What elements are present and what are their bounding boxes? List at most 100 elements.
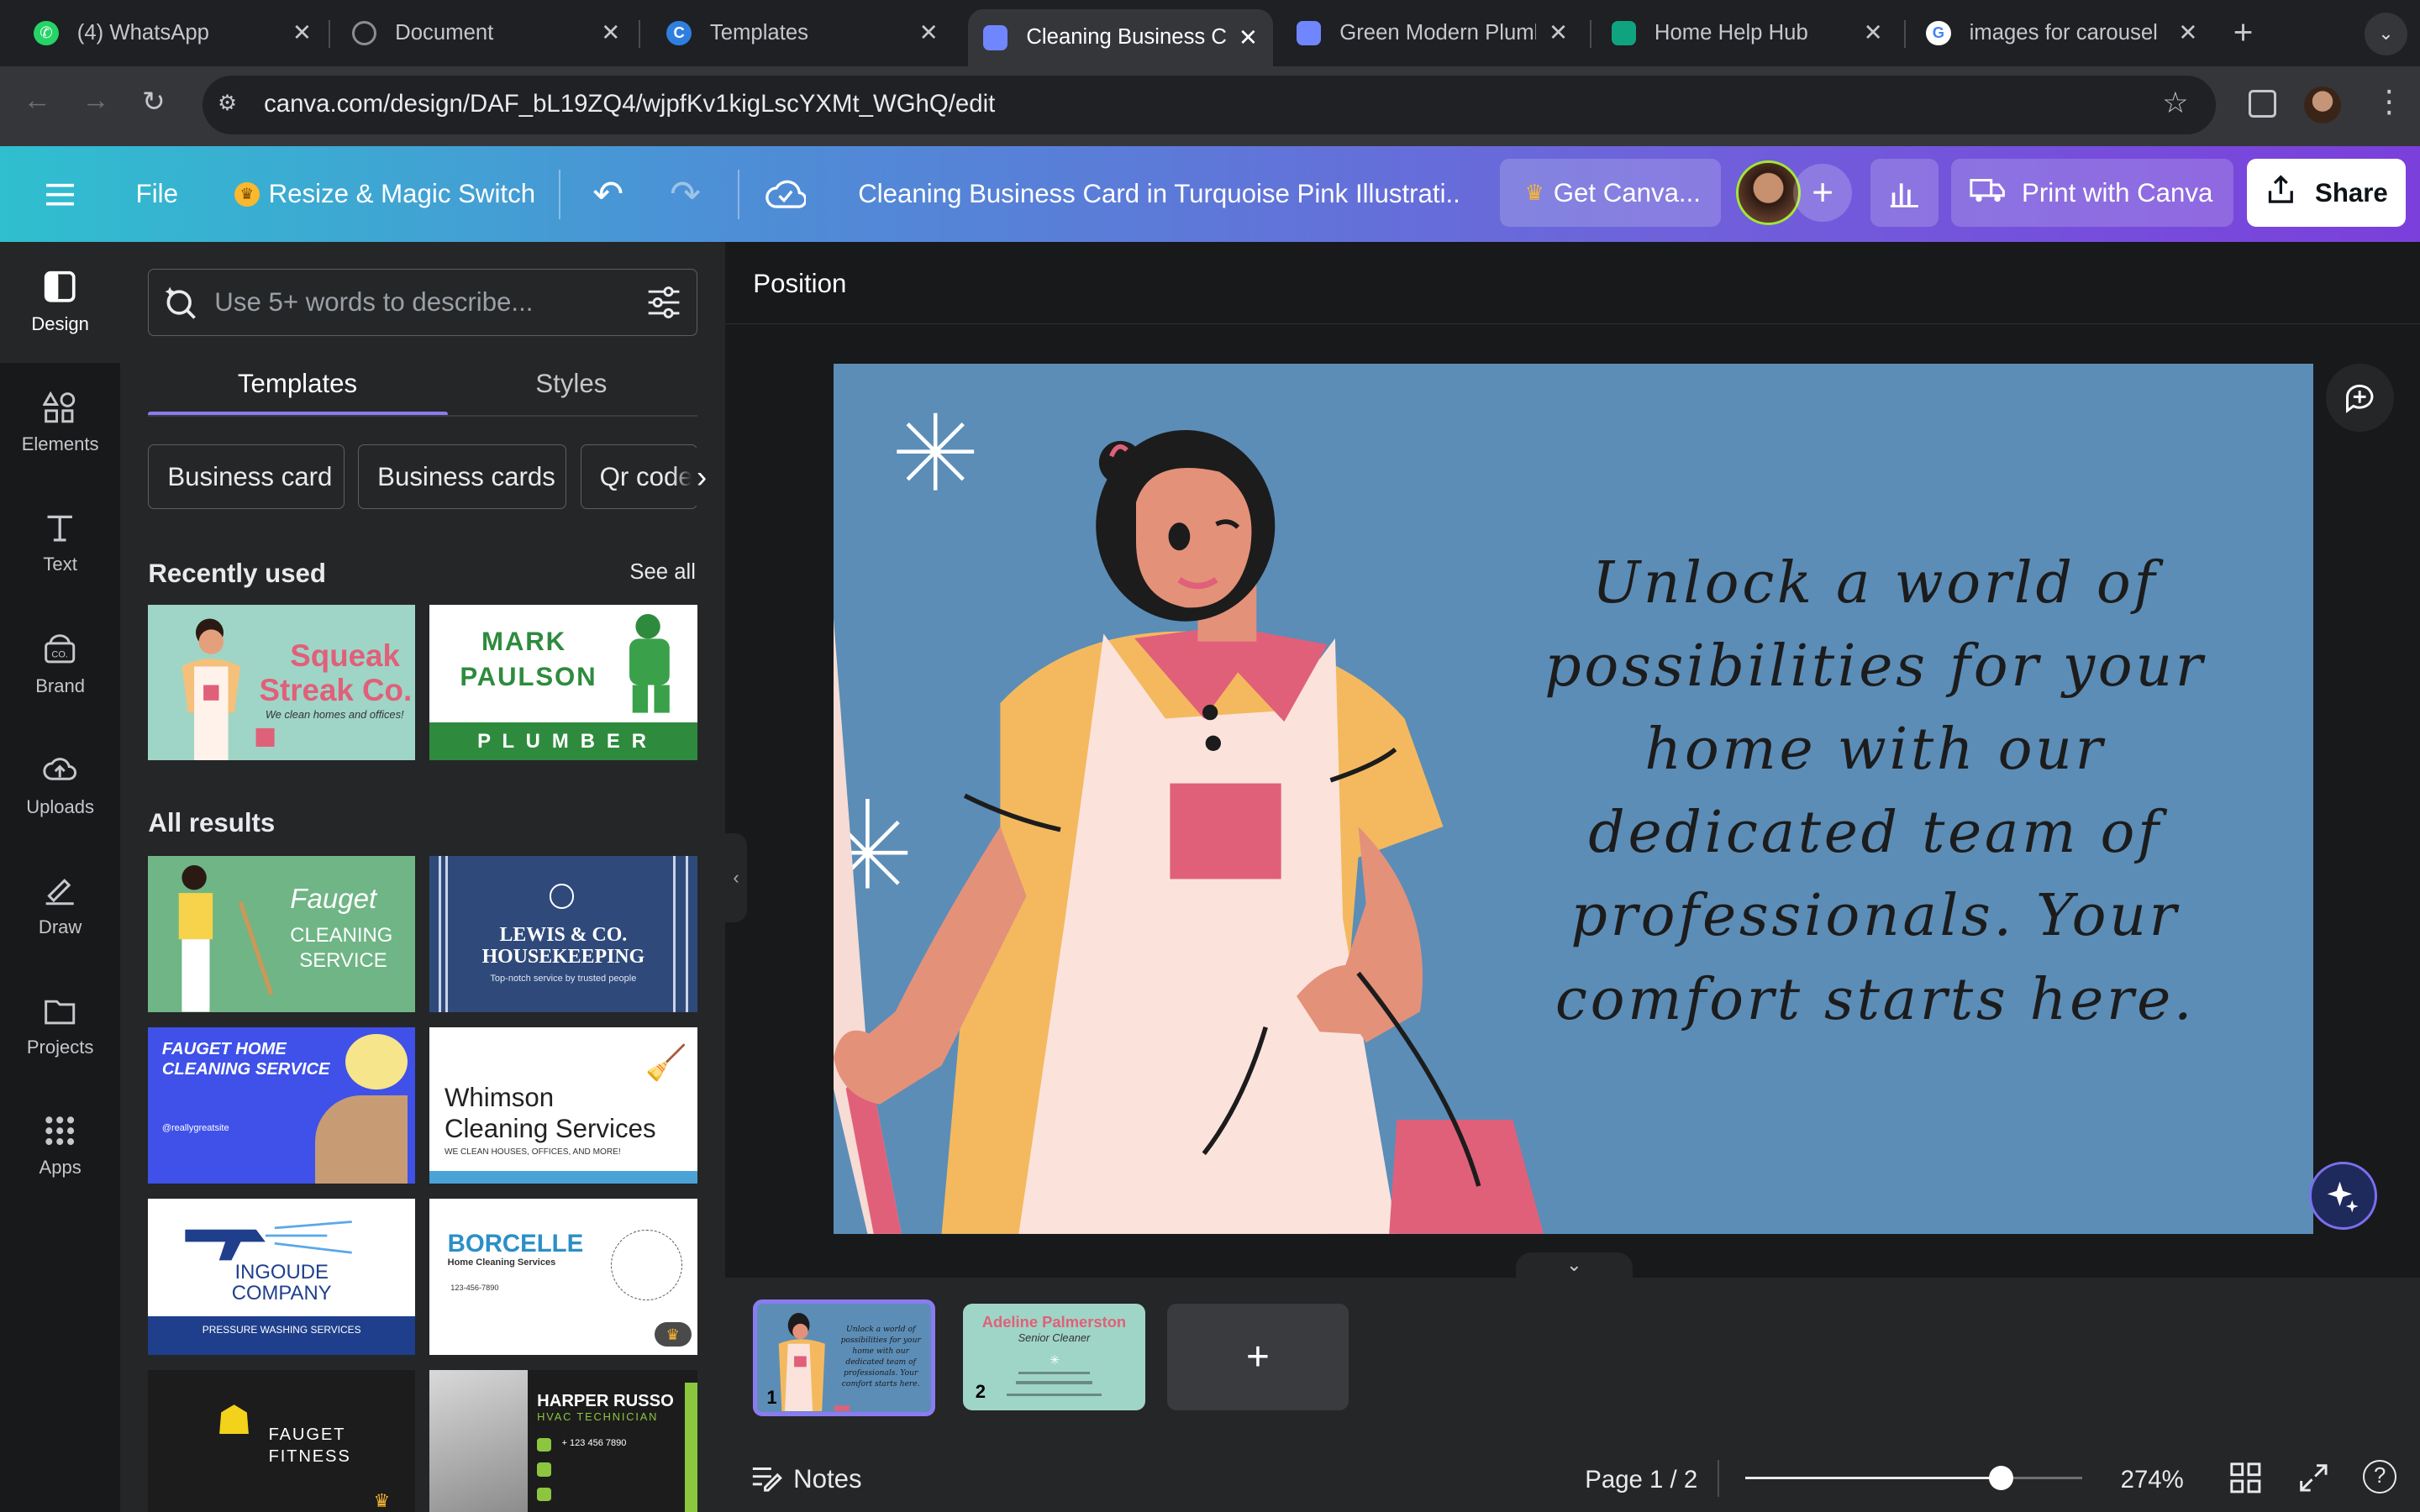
close-tab-icon[interactable]: ✕ <box>1239 24 1258 51</box>
cloud-saved-icon[interactable] <box>765 146 806 242</box>
tab-images-for-carousel[interactable]: G images for carousel ✕ <box>1911 9 2213 57</box>
elements-shapes-icon <box>43 391 76 423</box>
add-collaborator-icon[interactable]: + <box>1793 163 1853 223</box>
tab-search-chevron-icon[interactable]: ⌄ <box>2364 12 2408 56</box>
new-tab-icon[interactable]: + <box>2233 13 2254 52</box>
close-tab-icon[interactable]: ✕ <box>1864 19 1883 46</box>
filter-sliders-icon[interactable] <box>645 284 682 328</box>
rail-brand[interactable]: CO. Brand <box>0 605 120 725</box>
rail-elements[interactable]: Elements <box>0 363 120 483</box>
notes-button[interactable]: Notes <box>793 1464 862 1494</box>
add-comment-icon[interactable] <box>2325 364 2394 433</box>
text-t-icon <box>47 515 73 542</box>
result-borcelle-cleaning[interactable]: BORCELLE Home Cleaning Services 123-456-… <box>429 1199 698 1355</box>
site-settings-icon[interactable]: ⚙ <box>218 91 237 116</box>
side-panel-icon[interactable] <box>2249 89 2277 118</box>
expand-pages-chevron-icon[interactable]: ⌄ <box>1515 1252 1634 1278</box>
tab-templates[interactable]: C Templates ✕ <box>651 9 954 57</box>
close-tab-icon[interactable]: ✕ <box>1549 19 1568 46</box>
back-icon[interactable]: ← <box>24 85 51 117</box>
chip-business-cards[interactable]: Business cards <box>358 444 567 510</box>
tab-templates[interactable]: Templates <box>238 369 357 399</box>
tab-styles[interactable]: Styles <box>535 369 607 399</box>
crown-icon: ♛ <box>1524 181 1544 205</box>
page-indicator[interactable]: Page 1 / 2 <box>1585 1466 1697 1494</box>
close-tab-icon[interactable]: ✕ <box>919 19 939 46</box>
result-fauget-fitness[interactable]: ☗ FAUGET FITNESS ♛ <box>148 1369 416 1512</box>
location-icon <box>537 1487 551 1502</box>
result-fauget-cleaning[interactable]: Fauget CLEANING SERVICE <box>148 856 416 1012</box>
notes-icon[interactable] <box>751 1464 783 1499</box>
print-with-canva-button[interactable]: Print with Canva <box>1950 159 2233 227</box>
all-results-heading: All results <box>148 808 276 838</box>
result-fauget-home-cleaning[interactable]: FAUGET HOME CLEANING SERVICE @reallygrea… <box>148 1027 416 1184</box>
tab-whatsapp[interactable]: ✆ (4) WhatsApp ✕ <box>18 9 327 57</box>
close-tab-icon[interactable]: ✕ <box>601 19 620 46</box>
search-placeholder: Use 5+ words to describe... <box>214 286 534 317</box>
help-icon[interactable]: ? <box>2362 1459 2397 1494</box>
broom-icon: 🧹 <box>644 1042 688 1082</box>
design-icon <box>45 271 76 302</box>
grid-view-icon[interactable] <box>2230 1462 2261 1500</box>
fitness-figure-icon: ☗ <box>216 1399 252 1444</box>
recent-template-mark-paulson[interactable]: MARK PAULSON P L U M B E R <box>429 604 698 761</box>
result-whimson-cleaning[interactable]: Whimson Cleaning Services WE CLEAN HOUSE… <box>429 1027 698 1184</box>
forward-icon[interactable]: → <box>82 85 109 117</box>
design-canvas-page-1[interactable]: Unlock a world of possibilities for your… <box>833 364 2314 1235</box>
rail-uploads[interactable]: Uploads <box>0 725 120 845</box>
undo-icon[interactable]: ↶ <box>592 146 623 242</box>
email-icon <box>537 1462 551 1477</box>
tab-green-modern-plumb[interactable]: Green Modern Plumb ✕ <box>1281 9 1583 57</box>
zoom-percentage[interactable]: 274% <box>2121 1466 2184 1494</box>
tab-cleaning-business-card[interactable]: Cleaning Business C ✕ <box>967 9 1274 66</box>
share-button[interactable]: Share <box>2247 159 2407 227</box>
design-title[interactable]: Cleaning Business Card in Turquoise Pink… <box>858 146 1460 242</box>
rail-design[interactable]: Design <box>0 242 121 363</box>
svg-text:CO.: CO. <box>52 649 69 659</box>
close-tab-icon[interactable]: ✕ <box>2178 19 2197 46</box>
bucket-mop-icon <box>611 1229 682 1301</box>
insights-chart-icon[interactable] <box>1870 159 1939 227</box>
file-menu-button[interactable]: File <box>136 146 178 242</box>
canva-icon: C <box>666 20 692 46</box>
collapse-panel-icon[interactable]: ‹ <box>725 832 747 923</box>
get-canva-pro-button[interactable]: ♛ Get Canva... <box>1500 159 1721 227</box>
tab-document[interactable]: Document ✕ <box>336 9 635 57</box>
pressure-washer-icon <box>185 1221 352 1261</box>
bookmark-star-icon[interactable]: ☆ <box>2162 87 2188 120</box>
rail-projects[interactable]: Projects <box>0 966 120 1086</box>
sparkle-icon <box>897 413 974 491</box>
url-text[interactable]: canva.com/design/DAF_bL19ZQ4/wjpfKv1kigL… <box>264 90 995 118</box>
main-menu-icon[interactable] <box>46 146 75 242</box>
result-lewis-housekeeping[interactable]: LEWIS & CO. HOUSEKEEPING Top-notch servi… <box>429 856 698 1012</box>
position-button[interactable]: Position <box>753 269 846 299</box>
chip-business-card[interactable]: Business card <box>148 444 345 510</box>
quote-text[interactable]: Unlock a world of possibilities for your… <box>1516 542 2235 1042</box>
result-ingoude-company[interactable]: INGOUDE COMPANY PRESSURE WASHING SERVICE… <box>148 1199 416 1355</box>
resize-magic-switch-button[interactable]: ♛ Resize & Magic Switch <box>234 146 535 242</box>
chips-scroll-right-icon[interactable]: › <box>672 447 708 507</box>
rail-draw[interactable]: Draw <box>0 846 120 966</box>
result-harper-russo-hvac[interactable]: HARPER RUSSO HVAC TECHNICIAN + 123 456 7… <box>429 1369 698 1512</box>
fullscreen-icon[interactable] <box>2298 1462 2329 1500</box>
recent-template-squeak-streak[interactable]: Squeak Streak Co. We clean homes and off… <box>148 604 416 761</box>
phone-icon <box>537 1437 551 1452</box>
browser-menu-icon[interactable]: ⋮ <box>2374 83 2405 119</box>
rail-apps[interactable]: Apps <box>0 1086 120 1206</box>
globe-icon <box>351 20 377 46</box>
see-all-link[interactable]: See all <box>629 560 696 585</box>
page-thumb-1[interactable]: Unlock a world of possibilities for your… <box>753 1299 936 1417</box>
rail-text[interactable]: Text <box>0 483 120 603</box>
close-tab-icon[interactable]: ✕ <box>292 19 312 46</box>
magic-sparkle-icon[interactable] <box>2308 1162 2377 1230</box>
tab-home-help-hub[interactable]: Home Help Hub ✕ <box>1596 9 1898 57</box>
add-page-button[interactable]: + <box>1166 1304 1349 1410</box>
page-thumb-2[interactable]: Adeline Palmerston Senior Cleaner ✳ 2 <box>963 1304 1145 1410</box>
pro-crown-icon: ♛ <box>654 1322 692 1347</box>
plumber-illustration <box>629 614 671 713</box>
reload-icon[interactable]: ↻ <box>142 85 166 118</box>
collaborator-avatar[interactable] <box>1736 160 1802 226</box>
redo-icon[interactable]: ↷ <box>670 146 701 242</box>
recently-used-heading: Recently used <box>148 558 326 588</box>
profile-avatar[interactable] <box>2304 86 2342 123</box>
